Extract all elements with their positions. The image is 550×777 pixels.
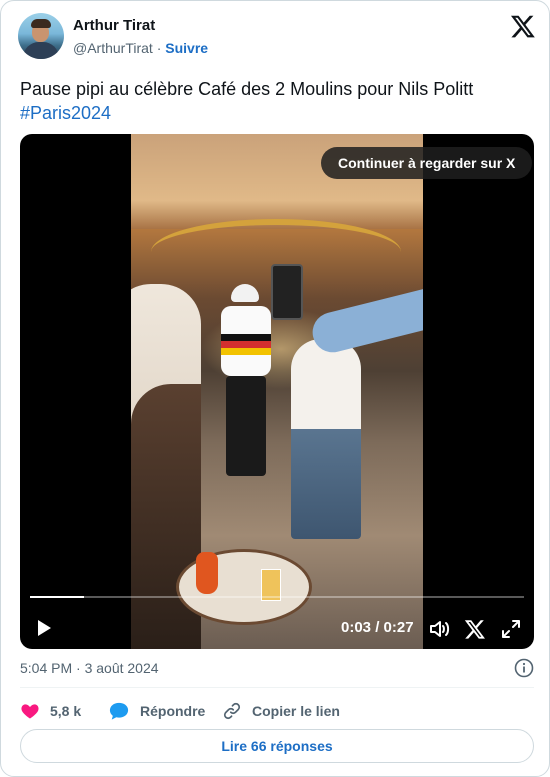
continue-watching-button[interactable]: Continuer à regarder sur X	[321, 147, 533, 179]
like-count: 5,8 k	[50, 703, 82, 719]
play-icon[interactable]	[34, 618, 54, 638]
tweet-body: Pause pipi au célèbre Café des 2 Moulins…	[20, 79, 474, 99]
reply-bubble-icon	[109, 702, 129, 720]
divider	[20, 687, 534, 688]
info-icon[interactable]	[514, 658, 534, 678]
tweet-card: Arthur Tirat @ArthurTirat · Suivre Pause…	[0, 0, 550, 777]
heart-icon	[21, 704, 39, 719]
video-progress-fill	[30, 596, 85, 598]
x-logo-icon[interactable]	[510, 13, 536, 39]
tweet-timestamp[interactable]: 5:04 PM · 3 août 2024	[20, 660, 159, 676]
video-progress-bar[interactable]	[30, 596, 524, 598]
video-frame	[131, 134, 423, 649]
copy-link-button[interactable]: Copier le lien	[222, 700, 340, 722]
x-small-icon[interactable]	[464, 618, 486, 640]
follow-button[interactable]: Suivre	[165, 40, 208, 56]
avatar[interactable]	[18, 13, 64, 59]
video-player[interactable]: Continuer à regarder sur X 0:03 / 0:27	[20, 134, 534, 649]
author-name[interactable]: Arthur Tirat	[73, 17, 155, 34]
link-icon	[223, 702, 241, 720]
hashtag-link[interactable]: #Paris2024	[20, 103, 111, 123]
expand-icon[interactable]	[500, 618, 522, 640]
author-handle[interactable]: @ArthurTirat	[73, 40, 153, 56]
author-handle-row: @ArthurTirat · Suivre	[73, 40, 208, 56]
separator: ·	[156, 40, 162, 56]
copy-link-label: Copier le lien	[252, 703, 340, 719]
volume-icon[interactable]	[428, 618, 450, 640]
like-button[interactable]: 5,8 k	[20, 700, 81, 722]
read-replies-button[interactable]: Lire 66 réponses	[20, 729, 534, 763]
video-time: 0:03 / 0:27	[341, 619, 414, 636]
reply-label: Répondre	[140, 703, 206, 719]
tweet-text: Pause pipi au célèbre Café des 2 Moulins…	[20, 77, 530, 125]
reply-button[interactable]: Répondre	[108, 700, 205, 722]
